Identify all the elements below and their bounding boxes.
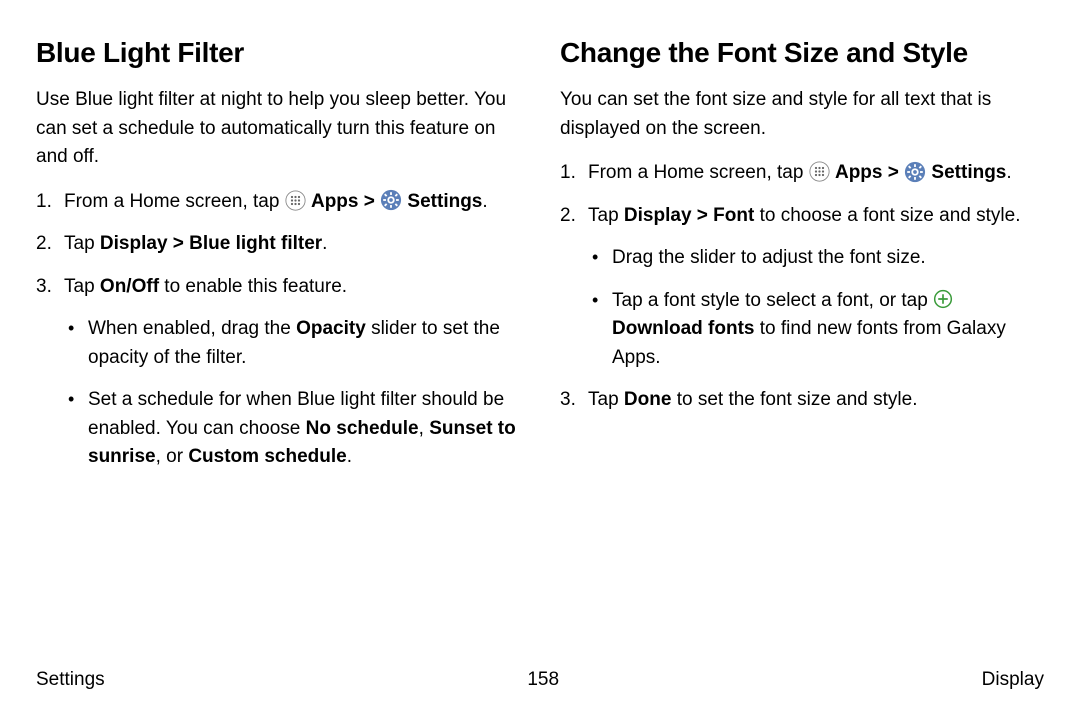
left-column: Blue Light Filter Use Blue light filter … <box>36 32 520 486</box>
footer-left: Settings <box>36 666 105 695</box>
steps-list: From a Home screen, tap Apps > Settings.… <box>560 159 1044 415</box>
plus-icon <box>933 289 953 309</box>
settings-icon <box>904 161 926 183</box>
bullet-item: Tap a font style to select a font, or ta… <box>588 287 1044 373</box>
step-item: Tap On/Off to enable this feature. When … <box>36 273 520 472</box>
sub-bullets: Drag the slider to adjust the font size.… <box>588 244 1044 372</box>
heading-blue-light: Blue Light Filter <box>36 32 520 74</box>
intro-text: Use Blue light filter at night to help y… <box>36 86 520 172</box>
intro-text: You can set the font size and style for … <box>560 86 1044 143</box>
right-column: Change the Font Size and Style You can s… <box>560 32 1044 486</box>
footer-right: Display <box>982 666 1044 695</box>
step-item: Tap Display > Font to choose a font size… <box>560 202 1044 373</box>
apps-icon <box>809 161 830 182</box>
bullet-item: Set a schedule for when Blue light filte… <box>64 386 520 472</box>
step-item: Tap Done to set the font size and style. <box>560 386 1044 415</box>
page-footer: Settings 158 Display <box>36 666 1044 695</box>
step-item: From a Home screen, tap Apps > Settings. <box>560 159 1044 188</box>
apps-icon <box>285 190 306 211</box>
page-number: 158 <box>527 666 559 695</box>
settings-icon <box>380 189 402 211</box>
step-item: Tap Display > Blue light filter. <box>36 230 520 259</box>
heading-font: Change the Font Size and Style <box>560 32 1044 74</box>
sub-bullets: When enabled, drag the Opacity slider to… <box>64 315 520 472</box>
step-item: From a Home screen, tap Apps > Settings. <box>36 188 520 217</box>
steps-list: From a Home screen, tap Apps > Settings.… <box>36 188 520 472</box>
bullet-item: Drag the slider to adjust the font size. <box>588 244 1044 273</box>
bullet-item: When enabled, drag the Opacity slider to… <box>64 315 520 372</box>
